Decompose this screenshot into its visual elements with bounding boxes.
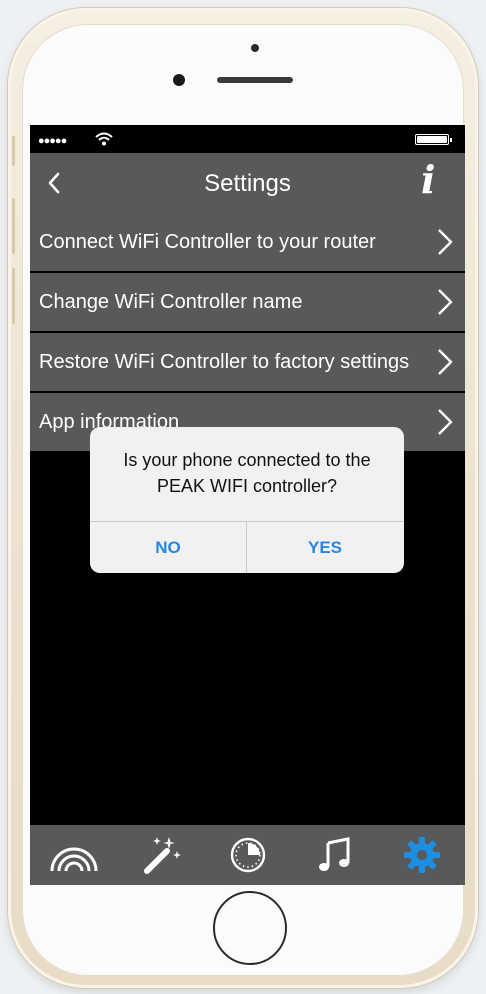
chevron-right-icon <box>438 349 453 375</box>
volume-up-button <box>12 198 15 254</box>
menu-item-label: Restore WiFi Controller to factory setti… <box>39 351 410 373</box>
nav-bar: Settings i <box>30 153 465 213</box>
tab-settings[interactable] <box>394 831 450 879</box>
magic-wand-icon <box>143 837 181 874</box>
menu-item-change-name[interactable]: Change WiFi Controller name <box>30 273 465 331</box>
home-button[interactable] <box>213 891 287 965</box>
no-button[interactable]: NO <box>90 522 246 573</box>
settings-menu: Connect WiFi Controller to your router C… <box>30 213 465 453</box>
menu-item-label: Connect WiFi Controller to your router <box>39 231 376 253</box>
status-bar: ●●●●● <box>30 125 465 153</box>
mute-switch <box>12 136 15 166</box>
battery-icon <box>415 134 452 145</box>
menu-item-connect-router[interactable]: Connect WiFi Controller to your router <box>30 213 465 271</box>
app-screen: ●●●●● Settings i Connect WiFi Controller… <box>30 125 465 885</box>
gear-icon <box>403 837 440 873</box>
signal-strength-icon: ●●●●● <box>38 135 67 147</box>
front-camera <box>251 44 259 52</box>
tab-effects[interactable] <box>133 831 189 879</box>
info-icon[interactable]: i <box>421 161 435 199</box>
chevron-right-icon <box>438 229 453 255</box>
menu-item-factory-reset[interactable]: Restore WiFi Controller to factory setti… <box>30 333 465 391</box>
menu-item-label: Change WiFi Controller name <box>39 291 303 313</box>
page-title: Settings <box>204 170 291 197</box>
timer-icon <box>230 837 265 873</box>
music-note-icon <box>318 837 349 871</box>
proximity-sensor <box>173 74 185 86</box>
earpiece-speaker <box>217 77 293 83</box>
rainbow-icon <box>50 847 97 872</box>
tab-rainbow[interactable] <box>46 831 102 879</box>
confirm-dialog: Is your phone connected to the PEAK WIFI… <box>90 427 404 573</box>
tab-bar <box>30 825 465 885</box>
tab-music[interactable] <box>307 831 363 879</box>
wifi-status-icon <box>95 132 113 146</box>
volume-down-button <box>12 268 15 324</box>
chevron-right-icon <box>438 289 453 315</box>
tab-timer[interactable] <box>220 831 276 879</box>
yes-button[interactable]: YES <box>247 522 403 573</box>
dialog-message: Is your phone connected to the PEAK WIFI… <box>123 450 371 496</box>
chevron-right-icon <box>438 409 453 435</box>
